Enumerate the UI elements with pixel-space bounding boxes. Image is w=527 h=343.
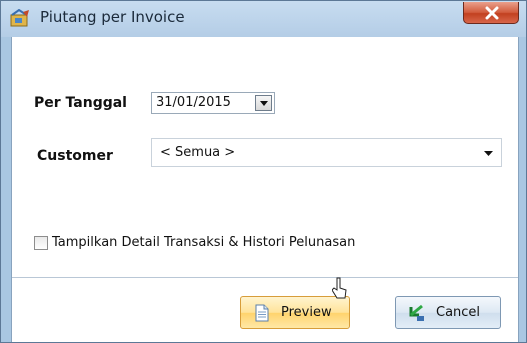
customer-value: < Semua > — [160, 145, 236, 160]
customer-select[interactable]: < Semua > — [151, 138, 502, 167]
per-tanggal-label: Per Tanggal — [34, 95, 127, 111]
dialog-window: Piutang per Invoice Per Tanggal 31/01/20… — [0, 0, 527, 343]
cancel-button-label: Cancel — [436, 305, 481, 320]
window-title: Piutang per Invoice — [40, 8, 185, 26]
per-tanggal-date-field[interactable]: 31/01/2015 — [151, 92, 275, 114]
per-tanggal-value: 31/01/2015 — [156, 95, 231, 110]
chevron-down-icon — [484, 151, 493, 156]
close-button[interactable] — [463, 2, 519, 24]
undo-arrow-icon — [409, 304, 424, 321]
document-icon — [255, 304, 269, 322]
mouse-cursor-icon — [332, 277, 347, 299]
customer-label: Customer — [37, 148, 113, 164]
chevron-down-icon — [260, 101, 268, 106]
title-bar[interactable]: Piutang per Invoice — [1, 1, 526, 37]
footer-divider — [12, 277, 518, 278]
dialog-body: Per Tanggal 31/01/2015 Customer < Semua … — [11, 37, 519, 342]
detail-checkbox-label[interactable]: Tampilkan Detail Transaksi & Histori Pel… — [52, 235, 355, 250]
app-icon — [9, 8, 31, 29]
date-dropdown-button[interactable] — [255, 95, 272, 111]
preview-button-label: Preview — [281, 305, 332, 320]
preview-button[interactable]: Preview — [240, 296, 350, 329]
close-icon — [485, 6, 499, 20]
detail-checkbox[interactable] — [34, 236, 48, 250]
cancel-button[interactable]: Cancel — [395, 296, 501, 329]
